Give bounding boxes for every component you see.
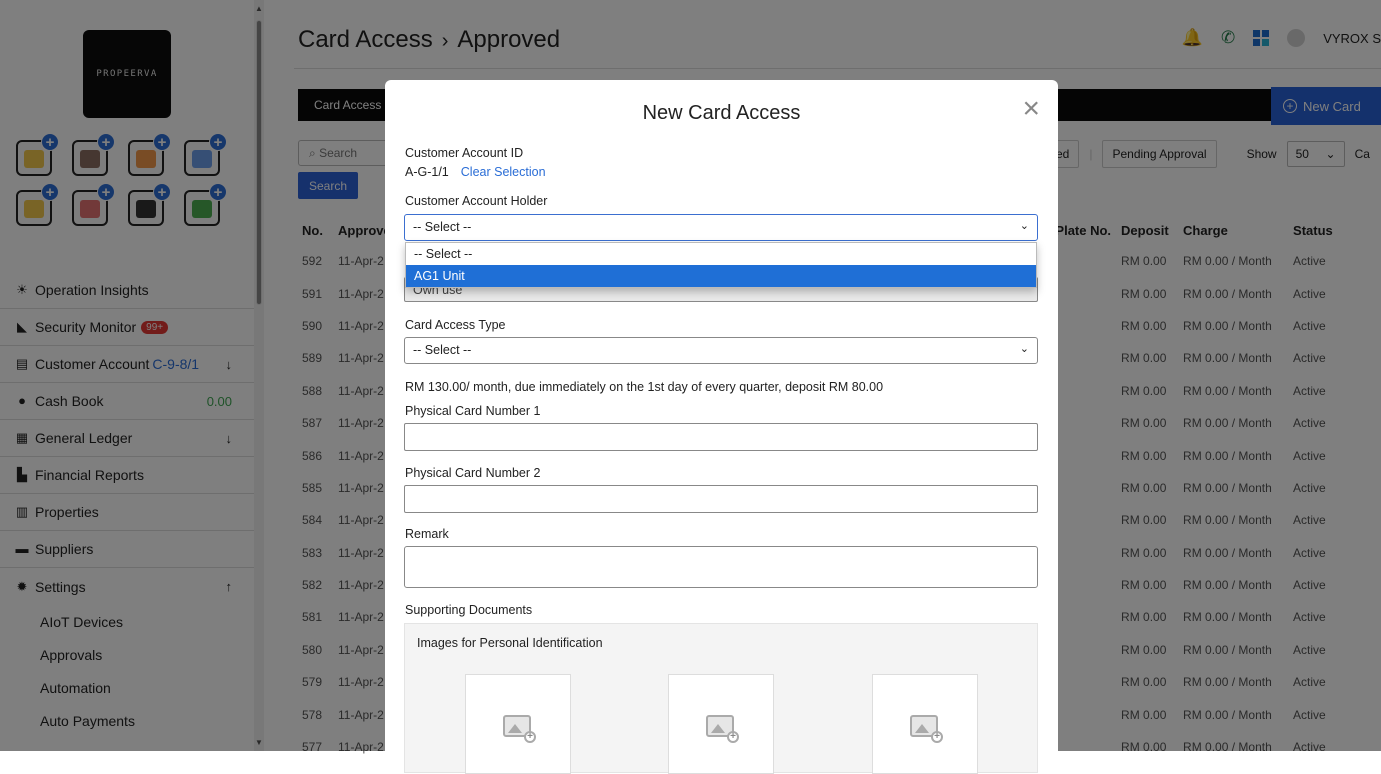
fee-note: RM 130.00/ month, due immediately on the… [405, 380, 884, 394]
account-id-value: A-G-1/1 [405, 165, 449, 179]
holder-select[interactable]: -- Select -- ⌄ [404, 214, 1038, 241]
remark-textarea[interactable] [404, 546, 1038, 588]
clear-selection-link[interactable]: Clear Selection [461, 165, 546, 179]
card1-input[interactable] [404, 423, 1038, 451]
card-type-select-value: -- Select -- [413, 343, 472, 357]
add-image-icon: + [727, 731, 739, 743]
chevron-down-icon: ⌄ [1019, 220, 1029, 232]
holder-label: Customer Account Holder [405, 194, 548, 208]
card1-label: Physical Card Number 1 [405, 404, 541, 418]
new-card-access-modal: New Card Access × Customer Account ID A-… [385, 80, 1058, 774]
holder-dropdown-list: -- Select -- AG1 Unit [405, 242, 1037, 288]
card-type-select[interactable]: -- Select -- ⌄ [404, 337, 1038, 364]
add-image-icon: + [524, 731, 536, 743]
docs-sublabel: Images for Personal Identification [417, 636, 603, 650]
holder-option[interactable]: -- Select -- [406, 243, 1036, 265]
account-id-value-row: A-G-1/1 Clear Selection [405, 165, 546, 179]
account-id-label: Customer Account ID [405, 146, 524, 160]
card-type-label: Card Access Type [405, 318, 506, 332]
modal-title: New Card Access [642, 102, 801, 124]
card2-input[interactable] [404, 485, 1038, 513]
image-upload-slot[interactable]: + [872, 674, 978, 774]
card2-label: Physical Card Number 2 [405, 466, 541, 480]
add-image-icon: + [931, 731, 943, 743]
image-upload-slot[interactable]: + [465, 674, 571, 774]
image-upload-slot[interactable]: + [668, 674, 774, 774]
chevron-down-icon: ⌄ [1019, 343, 1029, 355]
holder-select-value: -- Select -- [413, 220, 472, 234]
remark-label: Remark [405, 527, 449, 541]
holder-option-selected[interactable]: AG1 Unit [406, 265, 1036, 287]
close-icon[interactable]: × [1022, 94, 1040, 124]
docs-label: Supporting Documents [405, 603, 533, 617]
